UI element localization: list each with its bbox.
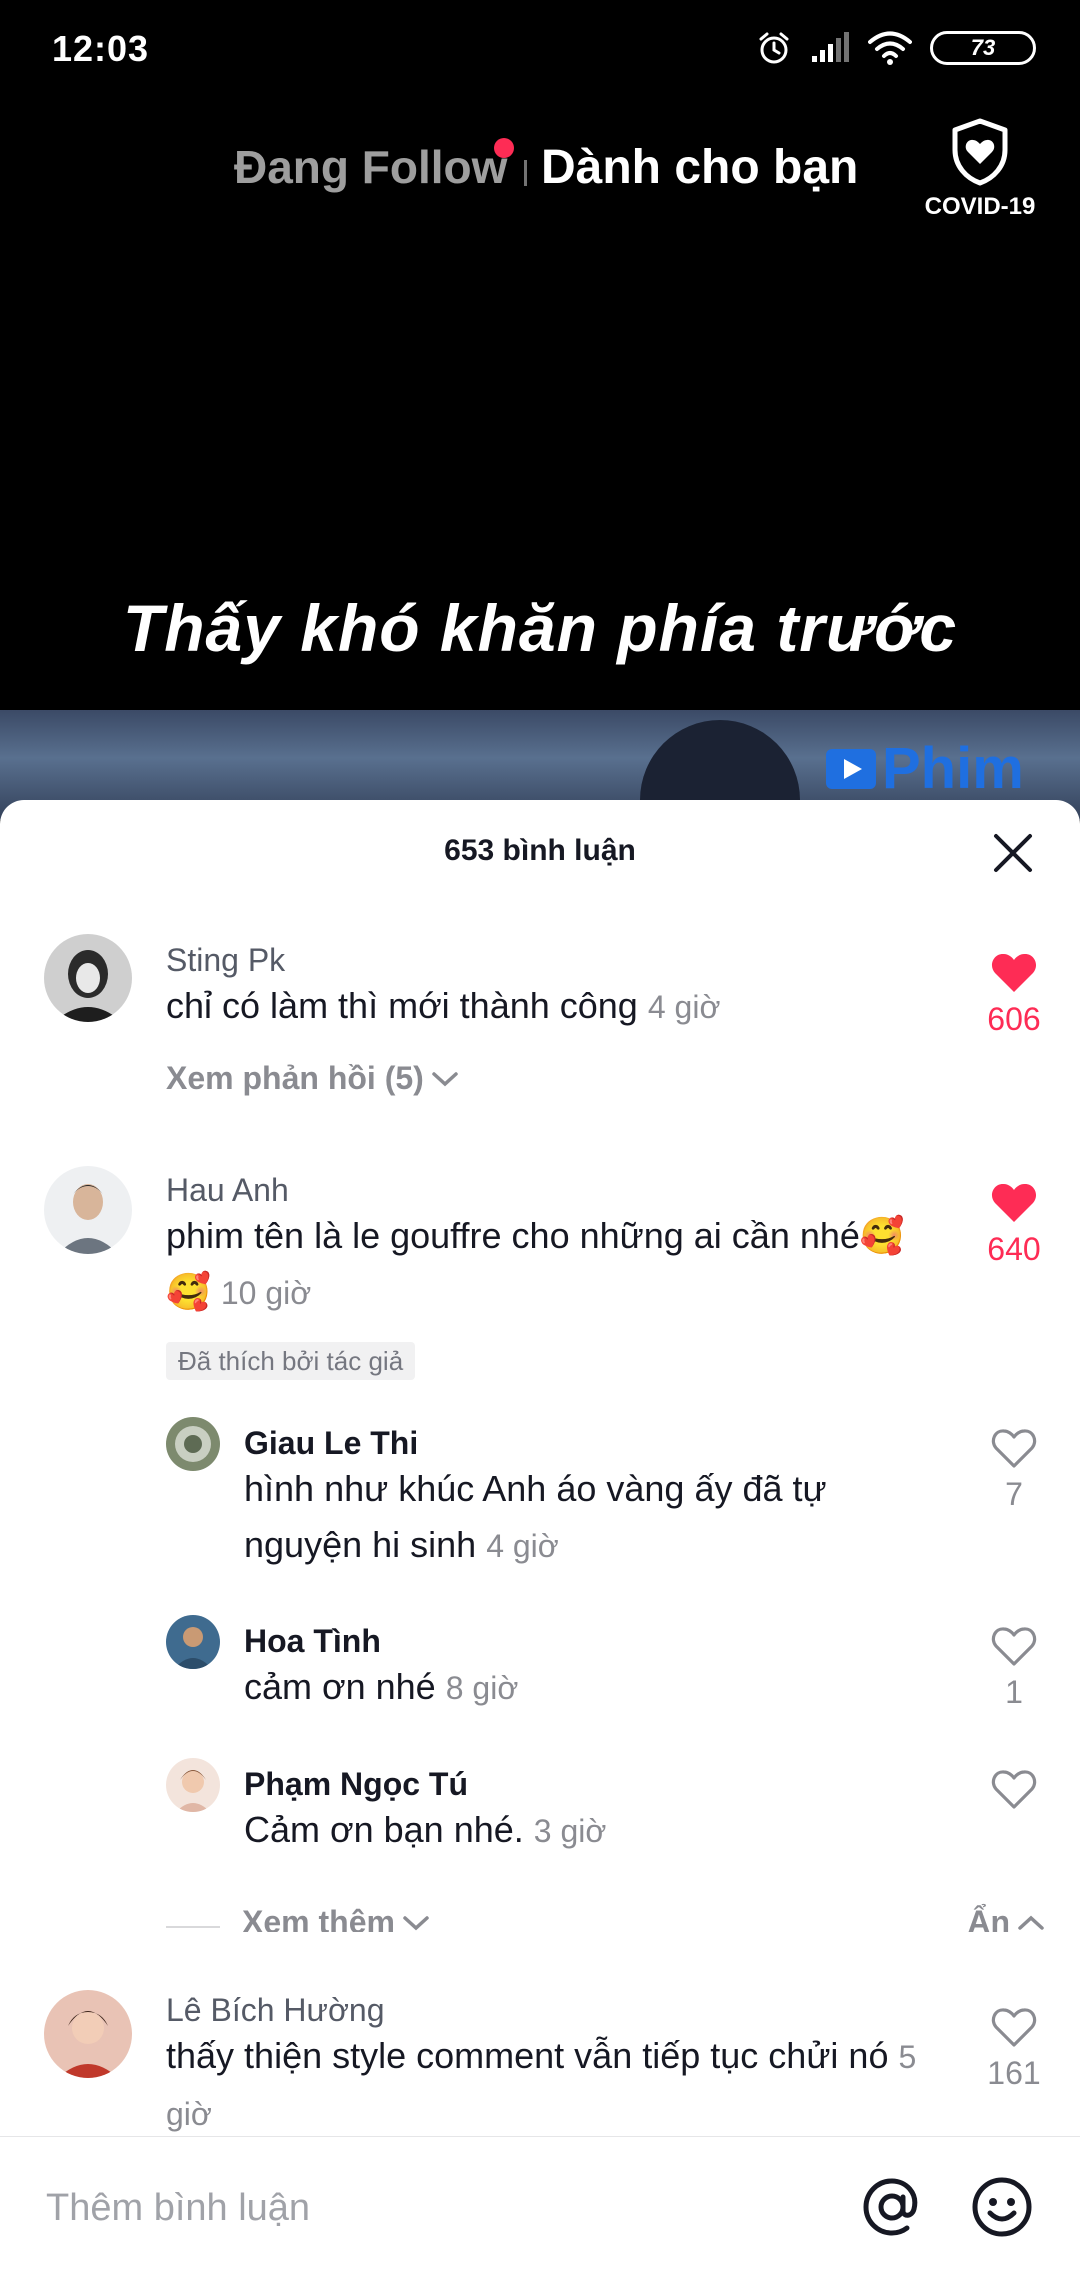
reply-username[interactable]: Giau Le Thi (244, 1425, 418, 1462)
heart-outline-icon (991, 2008, 1037, 2047)
comment-username[interactable]: Sting Pk (166, 942, 285, 979)
chevron-up-icon (1018, 1915, 1044, 1930)
divider-line (166, 1926, 220, 1928)
avatar[interactable] (44, 934, 132, 1022)
tab-divider (524, 160, 527, 186)
comment-input[interactable] (44, 2177, 828, 2239)
avatar[interactable] (44, 1990, 132, 2078)
covid-button[interactable]: COVID-19 (910, 118, 1050, 221)
heart-outline-icon (991, 1627, 1037, 1666)
avatar[interactable] (166, 1417, 220, 1471)
chevron-down-icon (432, 1071, 458, 1086)
reply-time: 3 giờ (533, 1813, 607, 1849)
liked-by-creator-badge: Đã thích bởi tác giả (166, 1342, 416, 1380)
heart-filled-icon (991, 1183, 1037, 1222)
tab-for-you[interactable]: Dành cho bạn (541, 140, 858, 195)
comment-text: chỉ có làm thì mới thành công 4 giờ (166, 978, 926, 1035)
video-caption: Thấy khó khăn phía trước (122, 591, 958, 665)
like-count: 7 (1005, 1476, 1023, 1512)
view-replies-button[interactable]: Xem phản hồi (5) (166, 1060, 460, 1097)
wifi-icon (868, 31, 912, 65)
video-player[interactable]: Phim Thấy khó khăn phía trước 12:03 73 Đ… (0, 0, 1080, 820)
comments-sheet: 653 bình luận Sting Pk chỉ có làm thì mớ… (0, 800, 1080, 2280)
alarm-icon (759, 32, 789, 64)
comment-username[interactable]: Hau Anh (166, 1172, 289, 1209)
reply-username[interactable]: Hoa Tình (244, 1623, 381, 1660)
comment-count-title: 653 bình luận (444, 834, 636, 867)
battery-indicator: 73 (930, 31, 1036, 65)
reply-text: cảm ơn nhé 8 giờ (244, 1659, 924, 1716)
comment-input-bar (0, 2136, 1080, 2280)
avatar[interactable] (166, 1758, 220, 1812)
reply-text: Cảm ơn bạn nhé. 3 giờ (244, 1802, 924, 1859)
reply-body: Cảm ơn bạn nhé. (244, 1809, 524, 1850)
sheet-header: 653 bình luận (0, 800, 1080, 900)
reply-time: 4 giờ (486, 1528, 559, 1564)
like-button[interactable]: 640 (970, 1182, 1058, 1268)
emoji-icon[interactable] (970, 2175, 1034, 2239)
like-count: 640 (987, 1231, 1041, 1267)
shield-heart-icon (952, 118, 1008, 186)
watermark-text: Phim (882, 736, 1024, 801)
play-icon (826, 748, 876, 789)
comment-time: 4 giờ (647, 989, 721, 1025)
see-more-label: Xem thêm (242, 1904, 395, 1932)
comment-username[interactable]: Lê Bích Hường (166, 1992, 385, 2029)
like-count: 161 (987, 2055, 1041, 2091)
hide-replies-button[interactable]: Ẩn (967, 1904, 1046, 1932)
like-count: 1 (1005, 1674, 1023, 1710)
comment-body: chỉ có làm thì mới thành công (166, 985, 638, 1026)
heart-filled-icon (991, 953, 1037, 992)
heart-outline-icon (991, 1770, 1037, 1809)
comment-text: phim tên là le gouffre cho những ai cần … (166, 1208, 926, 1321)
covid-label: COVID-19 (924, 193, 1036, 220)
like-button[interactable]: 161 (970, 2006, 1058, 2092)
reply-time: 8 giờ (445, 1670, 519, 1706)
mention-icon[interactable] (860, 2175, 924, 2239)
comment-time: 10 giờ (220, 1275, 312, 1311)
tab-following[interactable]: Đang Follow (234, 140, 507, 194)
status-time: 12:03 (52, 28, 150, 69)
status-bar: 12:03 73 (0, 0, 1080, 96)
reply-body: cảm ơn nhé (244, 1666, 436, 1707)
chevron-down-icon (403, 1915, 429, 1930)
like-count: 606 (987, 1001, 1041, 1037)
avatar[interactable] (166, 1615, 220, 1669)
status-icons: 73 (756, 28, 1036, 68)
heart-outline-icon (991, 1429, 1037, 1468)
comment-text: thấy thiện style comment vẫn tiếp tục ch… (166, 2028, 946, 2135)
comment-list-tail: Lê Bích Hường thấy thiện style comment v… (0, 1990, 1080, 2135)
like-button[interactable] (970, 1768, 1058, 1817)
like-button[interactable]: 606 (970, 952, 1058, 1038)
like-button[interactable]: 1 (970, 1625, 1058, 1711)
like-button[interactable]: 7 (970, 1427, 1058, 1513)
reply-text: hình như khúc Anh áo vàng ấy đã tự nguyệ… (244, 1461, 924, 1574)
comment-body: thấy thiện style comment vẫn tiếp tục ch… (166, 2035, 889, 2076)
see-more-button[interactable]: Xem thêm (242, 1904, 431, 1932)
reply-username[interactable]: Phạm Ngọc Tú (244, 1766, 468, 1803)
notification-dot (494, 138, 514, 158)
hide-label: Ẩn (967, 1904, 1010, 1932)
signal-icon (812, 32, 849, 62)
view-replies-label: Xem phản hồi (5) (166, 1060, 424, 1096)
avatar[interactable] (44, 1166, 132, 1254)
close-icon[interactable] (990, 830, 1036, 876)
comment-list[interactable]: Sting Pk chỉ có làm thì mới thành công 4… (0, 900, 1080, 1932)
video-watermark: Phim (826, 735, 1024, 802)
